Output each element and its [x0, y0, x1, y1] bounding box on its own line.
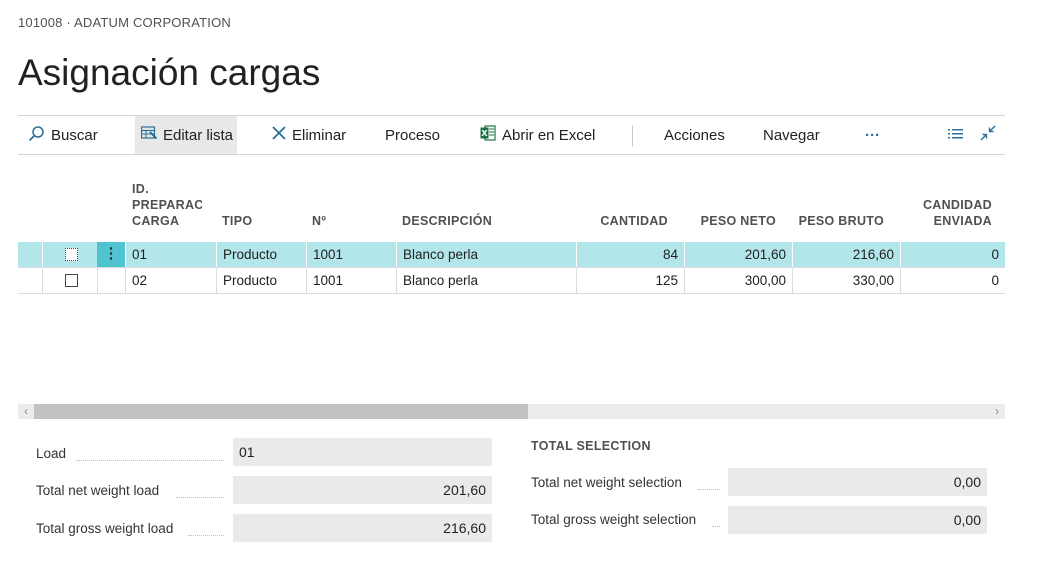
leader-dots	[76, 460, 224, 461]
net-weight-load-field[interactable]: 201,60	[233, 476, 492, 504]
cell-peso-bruto[interactable]: 330,00	[792, 268, 900, 293]
grid-header: ID. PREPARAC CARGA TIPO Nº DESCRIPCIÓN C…	[18, 154, 1005, 241]
cell-peso-neto[interactable]: 201,60	[684, 242, 792, 267]
cell-descripcion[interactable]: Blanco perla	[396, 268, 576, 293]
edit-list-icon	[140, 126, 158, 144]
cell-peso-bruto[interactable]: 216,60	[792, 242, 900, 267]
list-view-icon	[948, 127, 963, 144]
delete-label: Eliminar	[292, 126, 347, 144]
col-header-descripcion[interactable]: DESCRIPCIÓN	[402, 213, 492, 229]
more-options-button[interactable]: ···	[865, 116, 880, 154]
leader-dots	[176, 497, 224, 498]
scroll-right-icon[interactable]: ›	[989, 404, 1005, 419]
row-menu-button[interactable]: ⋮	[97, 242, 125, 267]
net-weight-selection-field[interactable]: 0,00	[728, 468, 987, 496]
col-header-tipo[interactable]: TIPO	[222, 213, 252, 229]
cell-no[interactable]: 1001	[306, 242, 396, 267]
col-header-id-line2: PREPARAC	[132, 198, 202, 212]
col-header-enviada-line1: CANDIDAD	[922, 198, 992, 212]
cell-enviada[interactable]: 0	[900, 242, 1005, 267]
gross-weight-load-label: Total gross weight load	[36, 521, 174, 536]
page-title: Asignación cargas	[18, 52, 321, 93]
action-bar: Buscar Editar lista Eliminar Proceso X A…	[18, 115, 1005, 155]
search-button[interactable]: Buscar	[28, 116, 98, 154]
col-header-peso-bruto[interactable]: PESO BRUTO	[794, 213, 884, 229]
delete-button[interactable]: Eliminar	[272, 116, 346, 154]
open-in-excel-label: Abrir en Excel	[502, 126, 596, 144]
scrollbar-thumb[interactable]	[34, 404, 528, 419]
col-header-peso-neto[interactable]: PESO NETO	[686, 213, 776, 229]
row-select-cell	[42, 268, 97, 293]
toolbar-divider	[632, 125, 633, 147]
scroll-left-icon[interactable]: ‹	[18, 404, 34, 419]
collapse-arrows-icon	[980, 125, 996, 145]
gross-weight-selection-field[interactable]: 0,00	[728, 506, 987, 534]
excel-icon: X	[480, 125, 496, 145]
total-selection-heading: TOTAL SELECTION	[531, 439, 651, 453]
svg-text:X: X	[481, 129, 488, 138]
cell-cantidad[interactable]: 125	[576, 268, 684, 293]
col-header-enviada-line2: ENVIADA	[933, 214, 992, 228]
cell-no[interactable]: 1001	[306, 268, 396, 293]
row-menu-cell	[97, 268, 125, 293]
cell-cantidad[interactable]: 84	[576, 242, 684, 267]
process-label: Proceso	[385, 126, 441, 144]
cell-id[interactable]: 02	[125, 268, 217, 293]
gross-weight-selection-label: Total gross weight selection	[531, 512, 697, 527]
edit-list-label: Editar lista	[163, 126, 234, 144]
leader-dots	[698, 489, 720, 490]
cell-peso-neto[interactable]: 300,00	[684, 268, 792, 293]
edit-list-button[interactable]: Editar lista	[135, 116, 237, 154]
cell-tipo[interactable]: Producto	[216, 268, 306, 293]
search-icon	[28, 125, 45, 146]
navigate-label: Navegar	[763, 126, 820, 144]
net-weight-load-label: Total net weight load	[36, 483, 160, 498]
col-header-cantidad[interactable]: CANTIDAD	[578, 213, 668, 229]
col-header-id[interactable]: ID. PREPARAC CARGA	[132, 181, 202, 229]
list-view-toggle[interactable]	[948, 116, 963, 154]
col-header-id-line1: ID.	[132, 182, 149, 196]
col-header-id-line3: CARGA	[132, 214, 180, 228]
table-row[interactable]: ⋮ 01 Producto 1001 Blanco perla 84 201,6…	[18, 242, 1005, 268]
col-header-cantidad-enviada[interactable]: CANDIDAD ENVIADA	[902, 197, 992, 229]
cell-enviada[interactable]: 0	[900, 268, 1005, 293]
search-label: Buscar	[51, 126, 98, 144]
process-menu[interactable]: Proceso	[385, 116, 440, 154]
open-in-excel-button[interactable]: X Abrir en Excel	[480, 116, 595, 154]
actions-menu[interactable]: Acciones	[664, 116, 725, 154]
row-checkbox[interactable]	[65, 274, 78, 287]
load-label: Load	[36, 446, 67, 461]
row-select-cell	[42, 242, 97, 267]
table-row[interactable]: 02 Producto 1001 Blanco perla 125 300,00…	[18, 268, 1005, 294]
gross-weight-load-field[interactable]: 216,60	[233, 514, 492, 542]
navigate-menu[interactable]: Navegar	[763, 116, 820, 154]
delete-x-icon	[272, 126, 286, 144]
collapse-button[interactable]	[980, 116, 996, 154]
net-weight-selection-label: Total net weight selection	[531, 475, 682, 490]
cell-tipo[interactable]: Producto	[216, 242, 306, 267]
actions-label: Acciones	[664, 126, 725, 144]
horizontal-scrollbar[interactable]: ‹ ›	[18, 404, 1005, 419]
company-breadcrumb: 101008 · ADATUM CORPORATION	[18, 15, 231, 30]
row-checkbox[interactable]	[65, 248, 78, 261]
leader-dots	[712, 526, 720, 527]
load-field[interactable]: 01	[233, 438, 492, 466]
col-header-no[interactable]: Nº	[312, 213, 326, 229]
more-options-label: ···	[865, 126, 880, 144]
leader-dots	[188, 535, 224, 536]
cell-descripcion[interactable]: Blanco perla	[396, 242, 576, 267]
cell-id[interactable]: 01	[125, 242, 217, 267]
